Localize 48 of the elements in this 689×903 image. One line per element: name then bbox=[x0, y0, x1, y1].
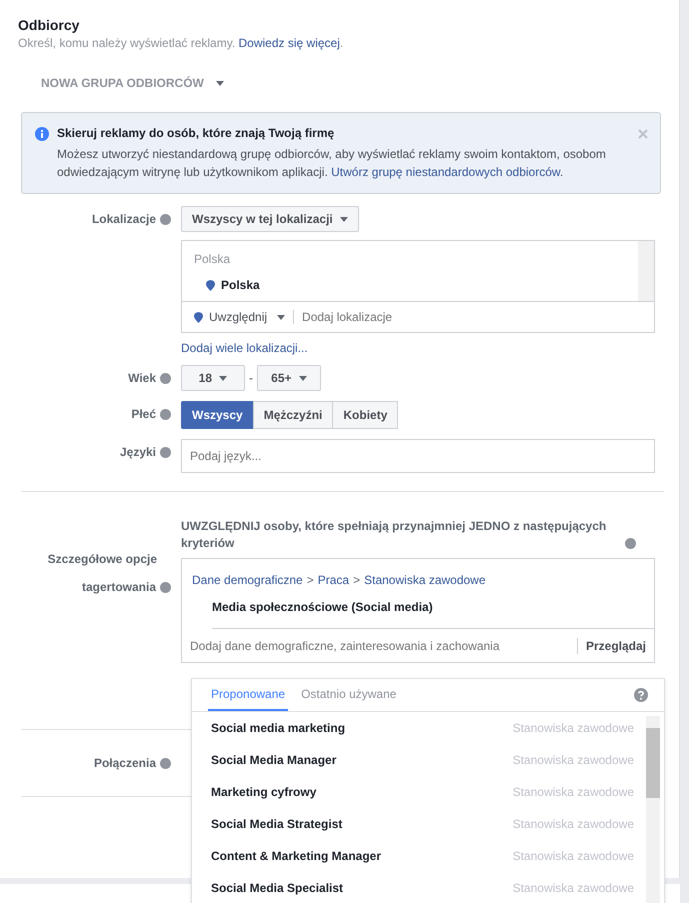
scrollbar[interactable] bbox=[638, 241, 654, 301]
suggestion-item[interactable]: Marketing cyfrowy Stanowiska zawodowe bbox=[192, 776, 644, 808]
gender-option[interactable]: Kobiety bbox=[332, 401, 398, 429]
learn-more-link[interactable]: Dowiedz się więcej bbox=[238, 36, 340, 50]
suggestion-tab[interactable]: Proponowane bbox=[208, 679, 288, 711]
breadcrumb-link[interactable]: Praca bbox=[318, 573, 350, 587]
custom-audience-link[interactable]: Utwórz grupę niestandardowych odbiorców bbox=[331, 165, 560, 179]
age-min-dropdown[interactable]: 18 bbox=[181, 365, 245, 391]
language-input[interactable]: Podaj język... bbox=[181, 439, 655, 473]
help-icon[interactable] bbox=[634, 688, 648, 702]
breadcrumb-separator: > bbox=[353, 573, 360, 587]
location-type-dropdown[interactable]: Wszyscy w tej lokalizacji bbox=[181, 206, 360, 232]
notice-title: Skieruj reklamy do osób, które znają Twoją firmę bbox=[57, 126, 336, 140]
gender-option[interactable]: Wszyscy bbox=[181, 401, 254, 429]
suggestion-item[interactable]: Social Media Specialist Stanowiska zawodowe bbox=[192, 872, 644, 903]
add-locations-link[interactable]: Dodaj wiele lokalizacji... bbox=[181, 341, 308, 355]
targeting-input[interactable]: Dodaj dane demograficzne, zainteresowania i zachowania bbox=[182, 638, 577, 654]
age-separator: - bbox=[249, 371, 253, 385]
breadcrumb-link[interactable]: Stanowiska zawodowe bbox=[364, 573, 486, 587]
targeting-heading: UWZGLĘDNIJ osoby, które spełniają przynajmniej JEDNO z następujących kryteriów bbox=[181, 518, 608, 552]
breadcrumb-link[interactable]: Dane demograficzne bbox=[192, 573, 303, 587]
field-label: Połączenia bbox=[94, 756, 156, 770]
pin-icon bbox=[206, 280, 215, 290]
suggestion-item[interactable]: Social Media Strategist Stanowiska zawodowe bbox=[192, 808, 644, 840]
field-label: Wiek bbox=[128, 371, 156, 385]
scrollbar[interactable] bbox=[646, 716, 660, 903]
section-description: Określ, komu należy wyświetlać reklamy. Dowiedz się więcej. bbox=[18, 36, 344, 50]
field-label: Języki bbox=[120, 445, 156, 459]
suggestion-item[interactable]: Social media marketing Stanowiska zawodowe bbox=[192, 712, 644, 744]
suggestion-item[interactable]: Content & Marketing Manager Stanowiska zawodowe bbox=[192, 840, 644, 872]
location-item: Polska bbox=[221, 278, 260, 292]
field-label: tagertowania bbox=[82, 580, 156, 594]
selected-targeting: Media społecznościowe (Social media) bbox=[212, 600, 654, 629]
field-label: Lokalizacje bbox=[92, 212, 156, 226]
age-max-dropdown[interactable]: 65+ bbox=[257, 365, 321, 391]
notice-text: Możesz utworzyć niestandardową grupę odbiorców, aby wyświetlać reklamy swoim kontaktom, osobom odwiedzającym witrynę lub użytkownikom aplikacji. Utwórz grupę niestandardowych odbiorców. bbox=[57, 146, 607, 181]
field-label: Szczegółowe opcje bbox=[48, 552, 158, 566]
location-input[interactable]: Dodaj lokalizacje bbox=[294, 309, 504, 325]
close-icon[interactable] bbox=[638, 129, 648, 139]
pin-icon bbox=[194, 312, 203, 322]
browse-button[interactable]: Przeglądaj bbox=[576, 638, 654, 654]
suggestion-item[interactable]: Social Media Manager Stanowiska zawodowe bbox=[192, 744, 644, 776]
breadcrumb-separator: > bbox=[306, 573, 314, 587]
include-dropdown[interactable]: Uwzględnij bbox=[194, 310, 294, 324]
section-title: Odbiorcy bbox=[18, 17, 80, 33]
gender-option[interactable]: Mężczyźni bbox=[252, 401, 334, 429]
field-label: Płeć bbox=[131, 407, 156, 421]
location-group: Polska bbox=[194, 252, 642, 266]
